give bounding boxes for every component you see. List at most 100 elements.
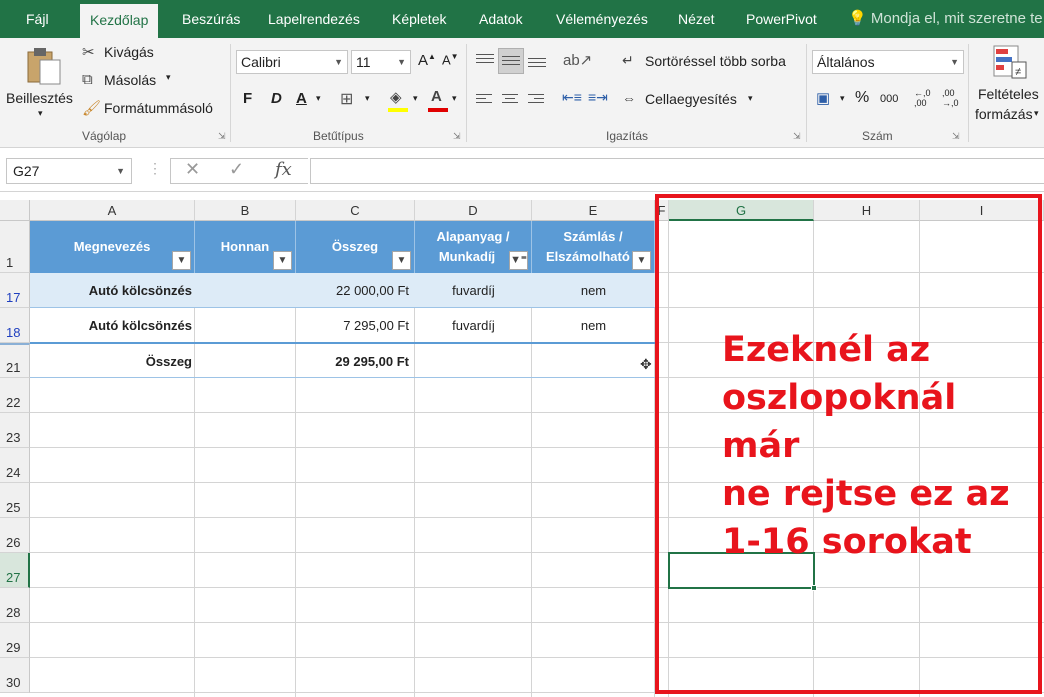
row-header-24[interactable]: 24 — [0, 448, 30, 483]
fill-color-button[interactable]: ◈ — [388, 88, 410, 114]
row-header-17[interactable]: 17 — [0, 273, 30, 308]
font-launcher-icon[interactable]: ⇲ — [453, 131, 461, 142]
column-header-d[interactable]: D — [415, 200, 532, 221]
number-launcher-icon[interactable]: ⇲ — [952, 131, 960, 142]
font-family-select[interactable]: Calibri ▼ — [236, 50, 348, 74]
borders-dropdown-icon[interactable]: ▾ — [365, 93, 370, 104]
align-left-icon[interactable] — [476, 92, 496, 108]
tab-home[interactable]: Kezdőlap — [80, 4, 159, 38]
decrease-indent-icon[interactable]: ⇤≡ — [562, 89, 582, 106]
align-right-icon[interactable] — [528, 92, 548, 108]
column-header-a[interactable]: A — [30, 200, 195, 221]
clipboard-launcher-icon[interactable]: ⇲ — [218, 131, 226, 142]
thousands-button[interactable]: 000 — [880, 93, 898, 105]
svg-text:≠: ≠ — [1015, 66, 1021, 78]
table-row-type[interactable]: fuvardíj — [415, 273, 532, 308]
row-header-28[interactable]: 28 — [0, 588, 30, 623]
table-row-name[interactable]: Autó kölcsönzés — [30, 273, 192, 308]
tab-file[interactable]: Fájl — [26, 0, 49, 38]
filter-dropdown-icon[interactable]: ▼ — [172, 251, 191, 270]
table-row-invoice[interactable]: nem — [532, 273, 655, 308]
column-header-c[interactable]: C — [296, 200, 415, 221]
align-middle-icon[interactable] — [498, 48, 524, 74]
tab-review[interactable]: Véleményezés — [556, 0, 648, 38]
cancel-icon[interactable]: ✕ — [185, 159, 200, 180]
formula-input[interactable] — [310, 158, 1044, 184]
resize-handle-icon[interactable]: ✥ — [640, 356, 652, 373]
table-row-invoice[interactable]: nem — [532, 308, 655, 343]
row-header-18[interactable]: 18 — [0, 308, 30, 343]
row-header-21[interactable]: 21 — [0, 343, 30, 378]
enter-icon[interactable]: ✓ — [229, 159, 244, 180]
tab-insert[interactable]: Beszúrás — [182, 0, 240, 38]
increase-indent-icon[interactable]: ≡⇥ — [588, 89, 608, 106]
borders-icon[interactable]: ⊞ — [340, 89, 353, 109]
tab-page-layout[interactable]: Lapelrendezés — [268, 0, 360, 38]
align-bottom-icon[interactable] — [528, 52, 548, 70]
column-header-b[interactable]: B — [195, 200, 296, 221]
decrease-decimal-icon[interactable]: ,00 →,0 — [942, 88, 959, 108]
row-header-23[interactable]: 23 — [0, 413, 30, 448]
merge-button[interactable]: ⇔ Cellaegyesítés ▾ — [622, 90, 762, 112]
increase-decimal-icon[interactable]: ←,0,00 — [914, 88, 931, 108]
table-row-amount[interactable]: 22 000,00 Ft — [296, 273, 409, 308]
table-header-osszeg: Összeg ▼ — [296, 221, 415, 273]
row-header-30[interactable]: 30 — [0, 658, 30, 693]
fill-color-swatch — [388, 108, 408, 112]
merge-icon: ⇔ — [622, 90, 636, 106]
currency-dropdown-icon[interactable]: ▾ — [840, 93, 845, 104]
currency-icon[interactable]: ▣ — [816, 89, 830, 107]
conditional-dropdown-icon: ▾ — [1034, 108, 1039, 118]
font-size-select[interactable]: 11 ▼ — [351, 50, 411, 74]
column-header-e[interactable]: E — [532, 200, 655, 221]
number-format-select[interactable]: Általános ▼ — [812, 50, 964, 74]
fill-color-dropdown-icon[interactable]: ▾ — [413, 93, 418, 104]
filter-dropdown-icon[interactable]: ▼ — [632, 251, 651, 270]
tab-data[interactable]: Adatok — [479, 0, 523, 38]
group-divider — [466, 44, 467, 142]
conditional-formatting-button[interactable]: ≠ Feltételes formázás ▾ — [972, 44, 1044, 128]
copy-button[interactable]: ⧉ Másolás ▾ — [82, 70, 182, 92]
orientation-icon[interactable]: ab↗ — [563, 51, 592, 69]
align-top-icon[interactable] — [476, 52, 496, 70]
underline-button[interactable]: A — [296, 90, 307, 107]
cut-button[interactable]: ✂ Kivágás — [82, 42, 162, 64]
row-header-22[interactable]: 22 — [0, 378, 30, 413]
wrap-text-icon: ↵ — [622, 52, 634, 68]
row-header-26[interactable]: 26 — [0, 518, 30, 553]
scissors-icon: ✂ — [82, 44, 95, 61]
tab-view[interactable]: Nézet — [678, 0, 715, 38]
table-row-name[interactable]: Autó kölcsönzés — [30, 308, 192, 343]
tab-powerpivot[interactable]: PowerPivot — [746, 0, 817, 38]
italic-button[interactable]: D — [271, 90, 282, 107]
underline-dropdown-icon[interactable]: ▾ — [316, 93, 321, 104]
wrap-text-button[interactable]: ↵ Sortöréssel több sorba — [622, 52, 802, 74]
select-all-button[interactable] — [0, 200, 30, 221]
row-header-29[interactable]: 29 — [0, 623, 30, 658]
filter-active-icon[interactable]: ▼⁼ — [509, 251, 528, 270]
paste-button[interactable]: Beillesztés ▾ — [6, 44, 76, 122]
font-color-button[interactable]: A — [428, 88, 448, 114]
insert-function-icon[interactable]: fx — [275, 159, 292, 180]
decrease-font-icon[interactable]: A▼ — [442, 52, 459, 67]
name-box[interactable]: G27 ▼ — [6, 158, 132, 184]
font-color-dropdown-icon[interactable]: ▾ — [452, 93, 457, 104]
table-row-amount[interactable]: 7 295,00 Ft — [296, 308, 409, 343]
percent-button[interactable]: % — [855, 89, 869, 107]
tell-me-box[interactable]: 💡 Mondja el, mit szeretne te — [848, 0, 1043, 38]
row-header-25[interactable]: 25 — [0, 483, 30, 518]
copy-icon: ⧉ — [82, 71, 93, 88]
row-header-27[interactable]: 27 — [0, 553, 30, 588]
row-header-1[interactable]: 1 — [0, 221, 30, 273]
align-center-icon[interactable] — [502, 92, 522, 108]
bold-button[interactable]: F — [243, 90, 252, 107]
total-value[interactable]: 29 295,00 Ft — [296, 344, 409, 379]
increase-font-icon[interactable]: A▲ — [418, 52, 436, 69]
total-label[interactable]: Összeg — [30, 344, 192, 379]
table-row-type[interactable]: fuvardíj — [415, 308, 532, 343]
tab-formulas[interactable]: Képletek — [392, 0, 446, 38]
filter-dropdown-icon[interactable]: ▼ — [273, 251, 292, 270]
alignment-launcher-icon[interactable]: ⇲ — [793, 131, 801, 142]
format-painter-button[interactable]: 🖌 Formátummásoló — [82, 98, 232, 120]
clipboard-group-label: Vágólap — [82, 129, 127, 143]
